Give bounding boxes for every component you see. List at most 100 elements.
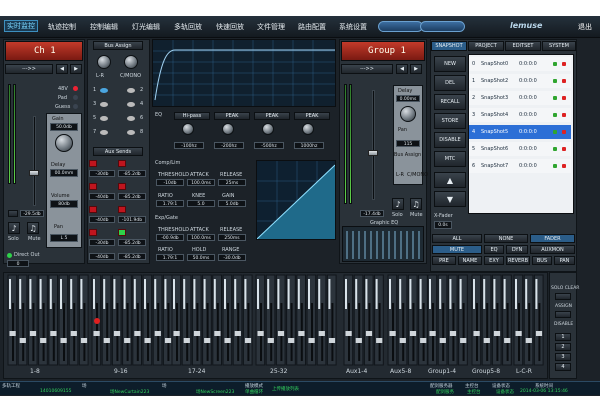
bus-2-led[interactable] <box>127 88 135 93</box>
volume-value-field[interactable]: 80db <box>50 200 78 208</box>
tab-system[interactable]: SYSTEM <box>542 41 576 51</box>
eq-band-2-freq[interactable]: -200hz <box>214 142 244 149</box>
tab-track-control[interactable]: 轨迹控制 <box>48 22 76 32</box>
aux-1-toggle[interactable] <box>89 160 97 167</box>
strip-fader-handle[interactable] <box>298 331 305 336</box>
record-icon[interactable] <box>562 96 566 100</box>
filter-mute-button[interactable]: MUTE <box>432 245 482 254</box>
strip-fader-handle[interactable] <box>50 331 57 336</box>
strip-fader-handle[interactable] <box>365 331 373 336</box>
lock-icon[interactable] <box>553 130 557 134</box>
strip-fader-handle[interactable] <box>277 331 285 336</box>
aux-6-value[interactable]: -101.9db <box>118 216 146 223</box>
filter-bus-button[interactable]: BUS <box>532 256 552 265</box>
eq-band-1-freq[interactable]: -100hz <box>174 142 204 149</box>
group-fader-handle[interactable] <box>368 150 378 156</box>
channel-next-button[interactable]: ▶ <box>70 64 82 74</box>
strip-fader-handle[interactable] <box>214 331 221 336</box>
aux-2-toggle[interactable] <box>118 160 126 167</box>
aux-7-value[interactable]: -30db <box>89 239 115 246</box>
strip-fader-handle[interactable] <box>80 338 88 343</box>
comp-ratio-value[interactable]: 1.79:1 <box>156 200 184 207</box>
eq-band-4-freq[interactable]: 1000hz <box>294 142 324 149</box>
status-playlist[interactable]: 上传播放列表 <box>272 386 299 392</box>
strip-fader-handle[interactable] <box>493 331 501 336</box>
xfader-value[interactable]: 0.0s <box>434 221 452 229</box>
strip-fader-handle[interactable] <box>113 331 121 336</box>
solo-clear-button[interactable] <box>555 293 571 300</box>
group-pan-value[interactable]: 115 <box>396 140 420 147</box>
strip-fader-handle[interactable] <box>515 331 522 336</box>
filter-none-button[interactable]: NONE <box>484 234 528 243</box>
bus-1-led[interactable] <box>100 88 108 93</box>
aux-3-value[interactable]: -40db <box>89 193 115 200</box>
snapshot-row[interactable]: 1 SnapShot2 0:0:0:0 <box>469 74 571 88</box>
exit-button[interactable]: 退出 <box>578 22 592 32</box>
gate-range-value[interactable]: -30.0db <box>218 254 246 261</box>
aux-6-toggle[interactable] <box>118 206 126 213</box>
strip-fader-handle[interactable] <box>183 338 190 343</box>
aux-1-value[interactable]: -30db <box>89 170 115 177</box>
solo-button[interactable]: ♪ <box>8 222 20 234</box>
bus-8-led[interactable] <box>127 130 135 135</box>
tab-route-config[interactable]: 路由配置 <box>298 22 326 32</box>
filter-all-button[interactable]: ALL <box>432 234 482 243</box>
eq-band-3-knob[interactable] <box>262 123 274 135</box>
strip-fader-handle[interactable] <box>29 331 37 336</box>
aux-9-value[interactable]: -40db <box>89 253 115 260</box>
strip-fader-handle[interactable] <box>473 331 480 336</box>
fader-group-17-24[interactable]: 17-24 <box>188 368 205 375</box>
strip-fader-handle[interactable] <box>525 338 532 343</box>
fader-group-lcr[interactable]: L-C-R <box>516 368 532 375</box>
tab-quick-playback[interactable]: 快速回放 <box>216 22 244 32</box>
eq-band-2-knob[interactable] <box>222 123 234 135</box>
eq-band-2-type[interactable]: PEAK <box>214 112 250 120</box>
tab-multitrack-playback[interactable]: 多轨回放 <box>174 22 202 32</box>
filter-name-button[interactable]: NAME <box>458 256 482 265</box>
strip-fader-handle[interactable] <box>244 338 252 343</box>
snap-store-button[interactable]: STORE <box>434 113 466 129</box>
bus-cmono-knob[interactable] <box>124 55 138 69</box>
group-mute-button[interactable]: ♫ <box>410 198 422 210</box>
gate-ratio-value[interactable]: 1.79:1 <box>156 254 184 261</box>
strip-fader-handle[interactable] <box>70 331 77 336</box>
strip-fader-handle[interactable] <box>144 338 151 343</box>
bus-lr-knob[interactable] <box>97 55 111 69</box>
filter-dyn-button[interactable]: DYN <box>506 245 528 254</box>
channel-prev-button[interactable]: ◀ <box>56 64 68 74</box>
fader-group-aux1-4[interactable]: Aux1-4 <box>346 368 367 375</box>
aux-4-toggle[interactable] <box>118 183 126 190</box>
strip-fader-handle[interactable] <box>439 338 446 343</box>
aux-8-value[interactable]: -85.2db <box>118 239 146 246</box>
aux-2-value[interactable]: -85.2db <box>118 170 146 177</box>
gain-knob[interactable] <box>55 134 73 152</box>
tab-editset[interactable]: EDITSET <box>505 41 541 51</box>
filter-auxmon-button[interactable]: AUXMON <box>530 245 575 254</box>
bank-2-button[interactable]: 2 <box>555 343 571 351</box>
group-solo-button[interactable]: ♪ <box>392 198 404 210</box>
aux-8-toggle[interactable] <box>118 229 126 236</box>
strip-fader-handle[interactable] <box>535 331 543 336</box>
snap-disable-button[interactable]: DISABLE <box>434 132 466 148</box>
record-icon[interactable] <box>562 62 566 66</box>
lock-icon[interactable] <box>553 164 557 168</box>
lock-icon[interactable] <box>553 62 557 66</box>
strip-fader-handle[interactable] <box>19 338 26 343</box>
strip-fader-handle[interactable] <box>164 338 172 343</box>
filter-pre-button[interactable]: PRE <box>432 256 456 265</box>
snap-del-button[interactable]: DEL <box>434 75 466 91</box>
tab-realtime-monitor[interactable]: 实时监控 <box>4 20 38 32</box>
strip-fader-handle[interactable] <box>328 338 336 343</box>
bus-3-led[interactable] <box>100 102 108 107</box>
strip-fader-handle[interactable] <box>376 338 383 343</box>
strip-fader-handle[interactable] <box>399 338 406 343</box>
record-icon[interactable] <box>562 113 566 117</box>
comp-knee-value[interactable]: 5.0 <box>187 200 215 207</box>
strip-fader-handle[interactable] <box>420 338 427 343</box>
snapshot-row[interactable]: 0 SnapShot0 0:0:0:0 <box>469 57 571 71</box>
strip-fader-handle[interactable] <box>267 338 274 343</box>
fader-group-group1-4[interactable]: Group1-4 <box>428 368 456 375</box>
strip-fader-handle[interactable] <box>483 338 490 343</box>
guess-led[interactable] <box>73 104 78 109</box>
strip-fader-handle[interactable] <box>60 338 67 343</box>
